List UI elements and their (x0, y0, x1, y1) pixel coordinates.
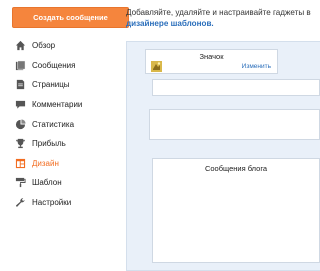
sidebar-item-label: Статистика (32, 119, 75, 129)
sidebar-item-label: Обзор (32, 41, 56, 51)
sidebar-item-label: Прибыль (32, 139, 66, 149)
intro-text: Добавляйте, удаляйте и настраивайте гадж… (126, 8, 311, 17)
gadget-title: Значок (199, 52, 224, 61)
create-post-button[interactable]: Создать сообщение (12, 7, 129, 28)
wrench-icon (14, 197, 26, 209)
edit-gadget-link[interactable]: Изменить (242, 63, 271, 70)
sidebar-item-label: Страницы (32, 80, 70, 90)
sidebar-item-earnings[interactable]: Прибыль (0, 134, 134, 154)
layout-icon (14, 157, 26, 169)
trophy-icon (14, 138, 26, 150)
template-designer-link[interactable]: дизайнере шаблонов. (126, 18, 320, 29)
layout-intro: Добавляйте, удаляйте и настраивайте гадж… (126, 7, 320, 29)
sidebar-item-label: Дизайн (32, 158, 59, 168)
sidebar-item-design[interactable]: Дизайн (0, 154, 134, 174)
pie-chart-icon (14, 118, 26, 130)
sidebar-item-posts[interactable]: Сообщения (0, 56, 134, 76)
sidebar-item-stats[interactable]: Статистика (0, 114, 134, 134)
favicon-icon (151, 59, 162, 72)
posts-gadget-title: Сообщения блога (204, 164, 268, 173)
posts-icon (14, 59, 26, 71)
sidebar-item-label: Комментарии (32, 100, 83, 110)
sidebar-item-label: Сообщения (32, 60, 76, 70)
layout-section-crosscol[interactable] (149, 109, 320, 140)
sidebar-nav: Обзор Сообщения Страницы Комментарии Ста… (0, 36, 134, 212)
sidebar: Создать сообщение Обзор Сообщения Страни… (0, 0, 134, 263)
favicon-gadget: Значок Изменить (145, 49, 278, 74)
sidebar-item-comments[interactable]: Комментарии (0, 95, 134, 115)
sidebar-item-label: Шаблон (32, 178, 62, 188)
sidebar-item-template[interactable]: Шаблон (0, 173, 134, 193)
pages-icon (14, 79, 26, 91)
comment-icon (14, 99, 26, 111)
sidebar-item-settings[interactable]: Настройки (0, 193, 134, 213)
sidebar-item-label: Настройки (32, 198, 72, 208)
blog-posts-gadget[interactable]: Сообщения блога (152, 158, 320, 263)
paint-roller-icon (14, 177, 26, 189)
layout-section-header[interactable] (152, 79, 320, 96)
sidebar-item-overview[interactable]: Обзор (0, 36, 134, 56)
sidebar-item-pages[interactable]: Страницы (0, 75, 134, 95)
home-icon (14, 40, 26, 52)
